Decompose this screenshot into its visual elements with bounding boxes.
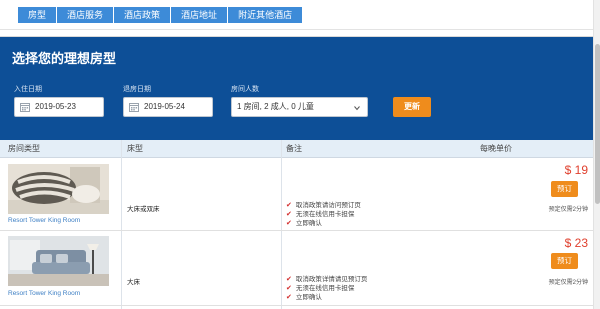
check-icon: ✔ xyxy=(286,220,292,227)
guests-label: 房间人数 xyxy=(231,86,259,93)
tab-hotel-policy[interactable]: 酒店政策 xyxy=(114,7,172,23)
room-name-link[interactable]: Resort Tower King Room xyxy=(8,217,80,224)
top-nav: 房型 酒店服务 酒店政策 酒店地址 附近其他酒店 xyxy=(0,0,600,30)
check-icon: ✔ xyxy=(286,202,292,209)
check-icon: ✔ xyxy=(286,285,292,292)
panel-title: 选择您的理想房型 xyxy=(12,51,117,66)
room-name-link[interactable]: Resort Tower King Room xyxy=(8,290,80,297)
policy-list: ✔ 取消政策请访问预订页 ✔ 无须在线信用卡担保 ✔ 立即确认 xyxy=(286,201,361,228)
chevron-down-icon xyxy=(354,106,360,111)
policy-item: ✔ 无须在线信用卡担保 xyxy=(286,285,355,292)
room-price: $ 23 xyxy=(564,236,588,250)
book-button[interactable]: 预订 xyxy=(551,181,578,197)
scrollbar-thumb[interactable] xyxy=(595,44,600,204)
guests-value: 1 房间, 2 成人, 0 儿童 xyxy=(237,102,314,111)
update-button[interactable]: 更新 xyxy=(393,97,431,117)
policy-item: ✔ 取消政策详情请见预订页 xyxy=(286,276,368,283)
page-scrollbar[interactable] xyxy=(593,0,600,309)
col-price: 每晚单价 xyxy=(480,144,512,153)
bed-type: 大床或双床 xyxy=(127,206,160,213)
col-notes: 备注 xyxy=(286,144,302,153)
checkout-label: 退房日期 xyxy=(123,86,151,93)
room-photo[interactable] xyxy=(8,236,109,286)
check-icon: ✔ xyxy=(286,211,292,218)
booking-time-note: 预定仅需2分钟 xyxy=(548,280,588,286)
col-bed-type: 床型 xyxy=(127,144,143,153)
tab-hotel-address[interactable]: 酒店地址 xyxy=(171,7,229,23)
checkout-value: 2019-05-24 xyxy=(144,102,185,111)
table-row: Resort Tower King Room 大床 ✔ 取消政策详情请见预订页 ✔… xyxy=(0,231,600,306)
policy-item: ✔ 立即确认 xyxy=(286,220,322,227)
check-icon: ✔ xyxy=(286,294,292,301)
bed-type: 大床 xyxy=(127,279,140,286)
room-photo[interactable] xyxy=(8,164,109,214)
checkin-field[interactable]: 2019-05-23 xyxy=(14,97,104,117)
checkout-field[interactable]: 2019-05-24 xyxy=(123,97,213,117)
table-header: 房间类型 床型 备注 每晚单价 xyxy=(0,140,600,158)
policy-item: ✔ 无须在线信用卡担保 xyxy=(286,211,355,218)
check-icon: ✔ xyxy=(286,276,292,283)
policy-item: ✔ 取消政策请访问预订页 xyxy=(286,202,361,209)
tab-hotel-services[interactable]: 酒店服务 xyxy=(57,7,115,23)
room-price: $ 19 xyxy=(564,163,588,177)
calendar-icon xyxy=(129,103,139,112)
tab-rooms[interactable]: 房型 xyxy=(18,7,58,23)
calendar-icon xyxy=(20,103,30,112)
col-room-type: 房间类型 xyxy=(8,144,40,153)
tab-nearby-hotels[interactable]: 附近其他酒店 xyxy=(228,7,302,23)
booking-time-note: 预定仅需2分钟 xyxy=(548,207,588,213)
checkin-value: 2019-05-23 xyxy=(35,102,76,111)
checkin-label: 入住日期 xyxy=(14,86,42,93)
room-photo-image xyxy=(8,236,109,286)
guests-select[interactable]: 1 房间, 2 成人, 0 儿童 xyxy=(231,97,368,117)
policy-item: ✔ 立即确认 xyxy=(286,294,322,301)
table-row: Resort Tower King Room 大床或双床 ✔ 取消政策请访问预订页… xyxy=(0,158,600,231)
room-panel: 选择您的理想房型 入住日期 2019-05-23 退房日期 2019-05-24… xyxy=(0,36,600,309)
nav-tab-bar: 房型 酒店服务 酒店政策 酒店地址 附近其他酒店 xyxy=(18,7,303,23)
book-button[interactable]: 预订 xyxy=(551,253,578,269)
room-photo-image xyxy=(8,164,109,214)
policy-list: ✔ 取消政策详情请见预订页 ✔ 无须在线信用卡担保 ✔ 立即确认 xyxy=(286,275,367,302)
search-header: 选择您的理想房型 入住日期 2019-05-23 退房日期 2019-05-24… xyxy=(0,37,600,140)
